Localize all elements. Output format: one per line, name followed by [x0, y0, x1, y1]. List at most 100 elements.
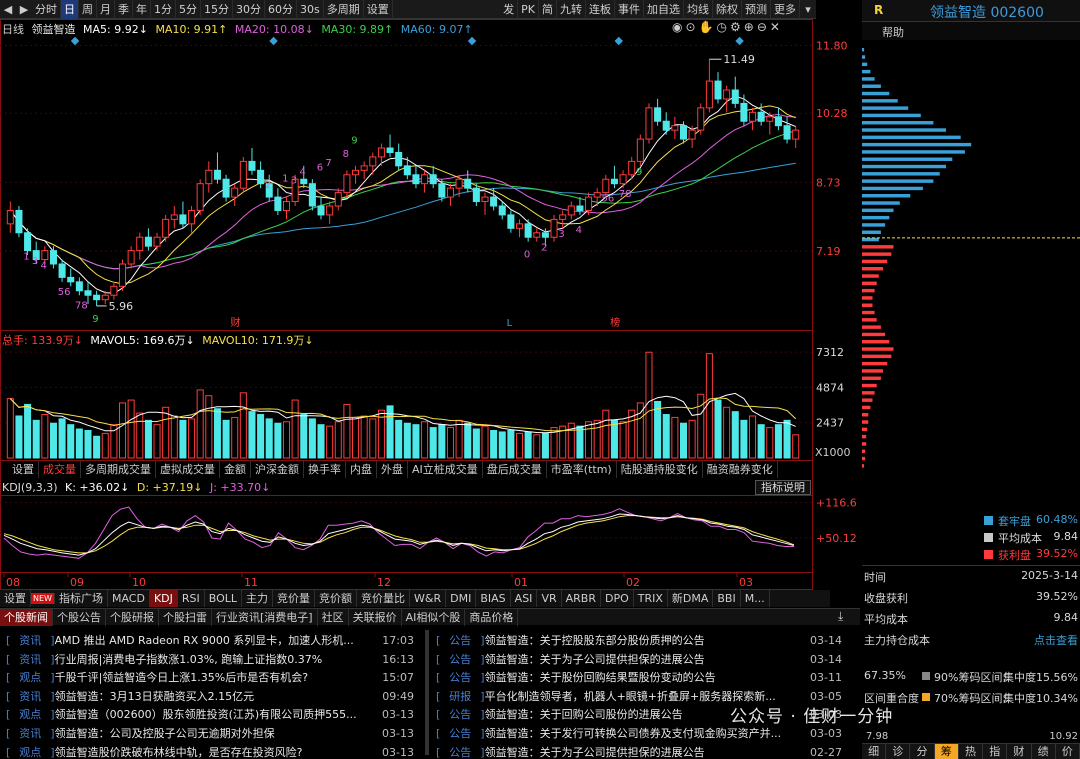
- news-title[interactable]: 领益智造：公司及控股子公司无逾期对外担保: [55, 724, 363, 743]
- indicator-tab[interactable]: 竞价额: [315, 590, 358, 607]
- volume-tabs: 设置 成交量 多周期成交量 虚拟成交量 金额 沪深金额 换手率 内盘 外盘 AI立桩成交量 盘后成交…: [8, 461, 778, 478]
- news-tab[interactable]: 个股研报: [106, 608, 159, 626]
- indicator-tab[interactable]: 设置: [0, 590, 31, 607]
- news-tab[interactable]: 社区: [318, 608, 349, 626]
- chip-info-row[interactable]: 主力持仓成本 点击查看: [864, 632, 1080, 648]
- indicator-tab[interactable]: MACD: [108, 590, 150, 607]
- event-marker[interactable]: 榜: [610, 316, 620, 329]
- news-item[interactable]: [观点] 领益智造（002600）股东领胜投资(江苏)有限公司质押555... 0…: [6, 705, 414, 724]
- candle: [723, 85, 731, 113]
- indicator-tab[interactable]: 主力: [242, 590, 274, 607]
- news-item[interactable]: [资讯] AMD 推出 AMD Radeon RX 9000 系列显卡，加速人形…: [6, 631, 414, 650]
- event-marker[interactable]: L: [507, 318, 513, 329]
- indicator-tab[interactable]: BBI: [713, 590, 741, 607]
- indicator-tab[interactable]: KDJ: [149, 590, 178, 607]
- indicator-tab[interactable]: RSI: [178, 590, 205, 607]
- right-panel-tab[interactable]: 价: [1056, 744, 1080, 759]
- indicator-tab[interactable]: W&R: [410, 590, 447, 607]
- indicator-tab[interactable]: TRIX: [634, 590, 668, 607]
- chart-canvas[interactable]: 11.8010.288.737.1911.495.961 3 45678921 34 6…: [0, 0, 862, 590]
- news-title[interactable]: 领益智造（002600）股东领胜投资(江苏)有限公司质押555...: [55, 705, 363, 724]
- news-tab[interactable]: 个股新闻: [0, 608, 53, 626]
- info-value[interactable]: 点击查看: [1034, 632, 1078, 648]
- news-title[interactable]: 领益智造：关于股份回购结果暨股份变动的公告: [485, 668, 791, 687]
- help-bar[interactable]: 帮助: [862, 22, 1080, 40]
- news-item[interactable]: [资讯] 行业周报|消费电子指数涨1.03%, 跑输上证指数0.37% 16:13: [6, 650, 414, 669]
- right-panel-tab[interactable]: 热: [959, 744, 984, 759]
- indicator-tab[interactable]: 竞价量比: [357, 590, 411, 607]
- news-title[interactable]: AMD 推出 AMD Radeon RX 9000 系列显卡，加速人形机...: [55, 631, 363, 650]
- right-panel-tab[interactable]: 诊: [886, 744, 911, 759]
- chip-distribution-chart: [862, 48, 1080, 468]
- indicator-tab[interactable]: NEW: [31, 593, 55, 604]
- indicator-tab[interactable]: DPO: [601, 590, 634, 607]
- volume-tab[interactable]: 成交量: [39, 461, 81, 478]
- news-tab[interactable]: AI相似个股: [402, 608, 466, 626]
- news-tab[interactable]: 关联报价: [349, 608, 402, 626]
- news-item[interactable]: [公告] 领益智造：关于为子公司提供担保的进展公告 02-27: [436, 743, 842, 759]
- volume-tab[interactable]: 虚拟成交量: [156, 461, 220, 478]
- volume-tab[interactable]: AI立桩成交量: [408, 461, 483, 478]
- right-panel-tab[interactable]: 绩: [1032, 744, 1056, 759]
- volume-bar: [585, 421, 593, 459]
- news-tab[interactable]: 个股公告: [53, 608, 106, 626]
- indicator-tab[interactable]: BOLL: [205, 590, 243, 607]
- news-item[interactable]: [资讯] 领益智造：3月13日获融资买入2.15亿元 09:49: [6, 687, 414, 706]
- indicator-tab[interactable]: DMI: [446, 590, 477, 607]
- news-tab[interactable]: 个股扫雷: [159, 608, 212, 626]
- volume-tab[interactable]: 盘后成交量: [483, 461, 547, 478]
- volume-tab[interactable]: 设置: [8, 461, 39, 478]
- news-tab[interactable]: 行业资讯[消费电子]: [212, 608, 318, 626]
- news-title[interactable]: 领益智造股价跌破布林线中轨，是否存在投资风险?: [55, 743, 363, 759]
- news-title[interactable]: 领益智造：关于为子公司提供担保的进展公告: [485, 650, 791, 669]
- event-diamond-icon[interactable]: [70, 36, 80, 46]
- volume-tab[interactable]: 沪深金额: [251, 461, 304, 478]
- event-diamond-icon[interactable]: [269, 36, 278, 46]
- indicator-tab[interactable]: 竞价量: [273, 590, 316, 607]
- event-diamond-icon[interactable]: [614, 36, 624, 46]
- news-category: 公告: [449, 671, 472, 685]
- news-title[interactable]: 领益智造：关于为子公司提供担保的进展公告: [485, 743, 791, 759]
- event-diamond-icon[interactable]: [735, 36, 744, 46]
- chip-bar: [862, 376, 881, 380]
- volume-tab[interactable]: 换手率: [304, 461, 346, 478]
- news-tab[interactable]: 商品价格: [465, 608, 519, 626]
- volume-tab[interactable]: 多周期成交量: [81, 461, 156, 478]
- candle: [749, 107, 757, 131]
- volume-bar: [352, 416, 360, 459]
- indicator-explain-button[interactable]: 指标说明: [755, 480, 811, 495]
- news-item[interactable]: [公告] 领益智造：关于股份回购结果暨股份变动的公告 03-11: [436, 668, 842, 687]
- right-panel-tab[interactable]: 分: [910, 744, 935, 759]
- news-item[interactable]: [观点] 千股千评|领益智造今日上涨1.35%后市是否有机会? 15:07: [6, 668, 414, 687]
- indicator-tab[interactable]: VR: [537, 590, 562, 607]
- news-item[interactable]: [资讯] 领益智造：公司及控股子公司无逾期对外担保 03-13: [6, 724, 414, 743]
- indicator-tab[interactable]: 指标广场: [55, 590, 108, 607]
- indicator-tab[interactable]: ASI: [511, 590, 538, 607]
- news-item[interactable]: [公告] 领益智造：关于控股股东部分股份质押的公告 03-14: [436, 631, 842, 650]
- indicator-tab[interactable]: 新DMA: [668, 590, 714, 607]
- volume-tab[interactable]: 外盘: [377, 461, 408, 478]
- indicator-tab[interactable]: BIAS: [476, 590, 511, 607]
- right-panel-tab[interactable]: 指: [983, 744, 1008, 759]
- event-marker[interactable]: 财: [230, 316, 240, 329]
- news-title[interactable]: 领益智造：3月13日获融资买入2.15亿元: [55, 687, 363, 706]
- volume-tab[interactable]: 融资融券变化: [703, 461, 778, 478]
- right-panel-tab[interactable]: 筹: [934, 744, 959, 759]
- download-icon[interactable]: ⤓: [838, 609, 843, 624]
- indicator-tab[interactable]: M...: [741, 590, 770, 607]
- volume-tab[interactable]: 市盈率(ttm): [547, 461, 617, 478]
- volume-tab[interactable]: 金额: [220, 461, 251, 478]
- news-item[interactable]: [公告] 领益智造：关于为子公司提供担保的进展公告 03-14: [436, 650, 842, 669]
- news-title[interactable]: 千股千评|领益智造今日上涨1.35%后市是否有机会?: [55, 668, 363, 687]
- volume-tab[interactable]: 陆股通持股变化: [617, 461, 703, 478]
- news-title[interactable]: 领益智造：关于控股股东部分股份质押的公告: [485, 631, 791, 650]
- news-scrollbar[interactable]: [425, 630, 429, 755]
- event-diamond-icon[interactable]: [467, 36, 477, 46]
- volume-tab[interactable]: 内盘: [346, 461, 377, 478]
- news-item[interactable]: [观点] 领益智造股价跌破布林线中轨，是否存在投资风险? 03-13: [6, 743, 414, 759]
- news-category: 研报: [449, 689, 472, 703]
- right-panel-tab[interactable]: 细: [862, 744, 887, 759]
- right-panel-tab[interactable]: 财: [1007, 744, 1032, 759]
- news-title[interactable]: 行业周报|消费电子指数涨1.03%, 跑输上证指数0.37%: [55, 650, 363, 669]
- indicator-tab[interactable]: ARBR: [562, 590, 601, 607]
